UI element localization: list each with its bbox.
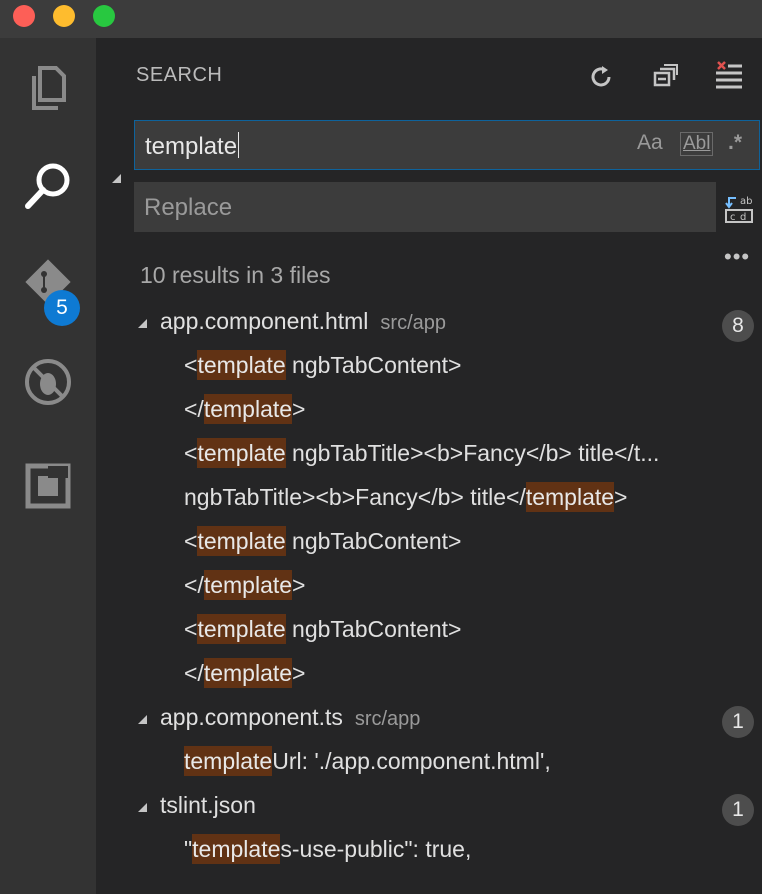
search-sidebar: SEARCH template Aa Abl .* Replace c d ab… [96,38,762,894]
results-summary: 10 results in 3 files [140,262,331,288]
text-cursor [238,132,240,158]
zoom-window-button[interactable] [93,5,115,27]
match-text-before: </ [184,660,204,686]
match-text-before: < [184,440,198,466]
match-count-badge: 8 [722,310,754,342]
match-text-before: ngbTabTitle><b>Fancy</b> title</ [184,484,526,510]
svg-text:ab: ab [740,196,752,207]
match-text-before: < [184,352,198,378]
match-text-before: </ [184,396,204,422]
match-count-badge: 1 [722,794,754,826]
use-regex-toggle[interactable]: .* [728,131,742,155]
expanded-chevron-icon [138,715,147,724]
debug-icon [25,359,71,405]
match-text-after: s-use-public": true, [280,836,472,862]
match-line[interactable]: <template ngbTabContent> [184,350,462,392]
match-highlight: template [184,746,273,776]
refresh-button[interactable] [584,60,618,94]
minimize-window-button[interactable] [53,5,75,27]
match-highlight: template [197,350,286,380]
match-text-after: ngbTabContent> [285,528,462,554]
window-titlebar [0,0,762,38]
activity-bar [0,38,96,894]
result-file-app-component-ts[interactable]: app.component.ts src/app 1 [138,704,762,744]
match-text-after: > [292,660,306,686]
match-highlight: template [197,614,286,644]
files-icon [32,66,66,110]
toggle-replace-icon[interactable] [112,174,121,183]
match-highlight: template [192,834,281,864]
result-file-tslint-json[interactable]: tslint.json 1 [138,792,762,832]
match-text-after: > [614,484,628,510]
match-text-after: > [292,396,306,422]
match-whole-word-toggle[interactable]: Abl [680,132,714,156]
extensions-icon [25,463,71,509]
match-text-after: > [292,572,306,598]
match-highlight: template [197,526,286,556]
replace-placeholder: Replace [144,194,233,221]
match-line[interactable]: </template> [184,394,306,436]
clear-results-button[interactable] [712,60,746,94]
match-text-before: < [184,616,198,642]
match-highlight: template [203,658,293,688]
match-highlight: template [197,438,286,468]
match-text-before: " [184,836,193,862]
svg-text:c: c [730,212,736,223]
collapse-all-icon [653,64,678,87]
expanded-chevron-icon [138,319,147,328]
close-window-button[interactable] [13,5,35,27]
search-input-value: template [145,133,238,160]
replace-all-icon: c d ab [725,196,753,223]
match-line[interactable]: ngbTabTitle><b>Fancy</b> title</template… [184,482,628,524]
clear-results-icon [716,61,742,89]
match-line[interactable]: </template> [184,570,306,612]
match-line[interactable]: <template ngbTabContent> [184,614,462,656]
match-line[interactable]: <template ngbTabContent> [184,526,462,568]
replace-all-button[interactable]: c d ab [722,192,756,226]
file-path: src/app [354,708,421,730]
file-name: app.component.html [160,308,369,334]
replace-input[interactable]: Replace [134,182,716,232]
file-name: app.component.ts [160,704,343,730]
search-input[interactable]: template Aa Abl .* [134,120,760,170]
more-actions-button[interactable]: ••• [724,244,750,270]
match-line[interactable]: <template ngbTabTitle><b>Fancy</b> title… [184,438,660,480]
match-text-before: </ [184,572,204,598]
explorer-activity[interactable] [0,48,96,128]
match-text-after: ngbTabContent> [285,616,462,642]
match-line[interactable]: "templates-use-public": true, [184,834,472,876]
debug-activity[interactable] [0,342,96,422]
match-text-after: Url: './app.component.html', [272,748,551,774]
match-highlight: template [525,482,615,512]
panel-title: SEARCH [136,64,223,86]
match-line[interactable]: templateUrl: './app.component.html', [184,746,551,788]
match-text-after: ngbTabContent> [285,352,462,378]
match-highlight: template [203,570,293,600]
match-line[interactable]: </template> [184,658,306,700]
expanded-chevron-icon [138,803,147,812]
match-text-after: ngbTabTitle><b>Fancy</b> title</t... [285,440,660,466]
scm-count-badge: 5 [44,290,80,326]
svg-text:d: d [740,212,746,223]
result-file-app-component-html[interactable]: app.component.html src/app 8 [138,308,762,348]
search-activity[interactable] [0,146,96,226]
match-highlight: template [203,394,293,424]
file-path: src/app [380,312,446,334]
search-icon [25,163,70,209]
extensions-activity[interactable] [0,446,96,526]
collapse-all-button[interactable] [648,60,682,94]
match-text-before: < [184,528,198,554]
match-count-badge: 1 [722,706,754,738]
file-name: tslint.json [160,792,256,818]
match-case-toggle[interactable]: Aa [637,131,663,155]
refresh-icon [591,66,611,87]
